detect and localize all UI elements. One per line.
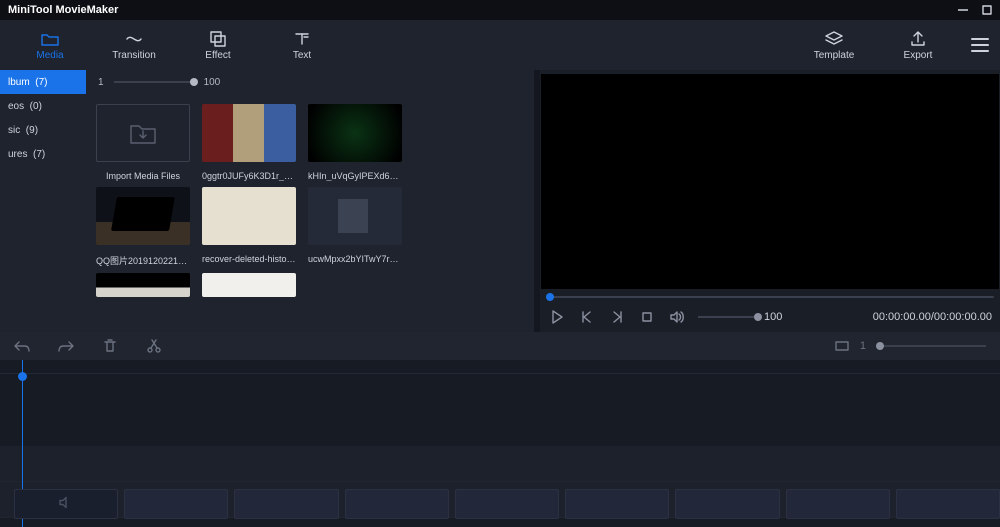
timeline-segment[interactable] bbox=[345, 489, 449, 519]
transition-icon bbox=[125, 30, 143, 48]
timeline-segment[interactable] bbox=[896, 489, 1000, 519]
play-button[interactable] bbox=[548, 308, 566, 326]
audio-track[interactable] bbox=[0, 446, 1000, 482]
media-zoom-max: 100 bbox=[204, 77, 221, 88]
media-item-label: QQ图片20191202215506 bbox=[96, 254, 190, 267]
menu-button[interactable] bbox=[968, 33, 992, 57]
timeline-segment[interactable] bbox=[675, 489, 779, 519]
folder-icon bbox=[41, 30, 59, 48]
sidebar-music-label: sic (9) bbox=[8, 125, 38, 136]
tab-media[interactable]: Media bbox=[8, 21, 92, 69]
sidebar-item-album[interactable]: lbum (7) bbox=[0, 70, 86, 94]
timeline-segment[interactable] bbox=[455, 489, 559, 519]
timeline-segment[interactable] bbox=[565, 489, 669, 519]
minimize-button[interactable] bbox=[958, 5, 968, 15]
next-frame-button[interactable] bbox=[608, 308, 626, 326]
preview-pane: 100 00:00:00.00/00:00:00.00 bbox=[540, 70, 1000, 332]
media-zoom-slider[interactable] bbox=[114, 81, 194, 83]
volume-slider[interactable]: 100 bbox=[698, 311, 782, 323]
text-icon bbox=[293, 30, 311, 48]
maximize-button[interactable] bbox=[982, 5, 992, 15]
preview-video[interactable] bbox=[541, 74, 999, 289]
main-area: lbum (7) eos (0) sic (9) ures (7) 1 100 … bbox=[0, 70, 1000, 332]
timeline bbox=[0, 360, 1000, 527]
audio-icon bbox=[58, 496, 74, 513]
delete-button[interactable] bbox=[102, 338, 118, 354]
tab-transition-label: Transition bbox=[112, 50, 156, 61]
fullscreen-icon[interactable] bbox=[834, 338, 850, 354]
app-title: MiniTool MovieMaker bbox=[8, 4, 118, 16]
media-item-label: recover-deleted-histor... bbox=[202, 254, 296, 264]
sidebar-item-music[interactable]: sic (9) bbox=[0, 118, 86, 142]
media-item[interactable] bbox=[202, 273, 296, 297]
redo-button[interactable] bbox=[58, 338, 74, 354]
timeline-segments bbox=[14, 489, 1000, 519]
player-controls: 100 00:00:00.00/00:00:00.00 bbox=[540, 302, 1000, 332]
volume-icon[interactable] bbox=[668, 308, 686, 326]
timeline-segment[interactable] bbox=[14, 489, 118, 519]
undo-button[interactable] bbox=[14, 338, 30, 354]
sidebar-videos-label: eos (0) bbox=[8, 101, 42, 112]
timeline-zoom-slider[interactable] bbox=[876, 345, 986, 347]
edit-toolbar: 1 bbox=[0, 332, 1000, 360]
category-sidebar: lbum (7) eos (0) sic (9) ures (7) bbox=[0, 70, 86, 332]
media-zoom-row: 1 100 bbox=[86, 70, 534, 94]
sidebar-item-pictures[interactable]: ures (7) bbox=[0, 142, 86, 166]
media-pane: 1 100 Import Media Files 0ggtr0JUFy6K3D1… bbox=[86, 70, 534, 332]
timecode: 00:00:00.00/00:00:00.00 bbox=[873, 311, 992, 323]
sidebar-pictures-label: ures (7) bbox=[8, 149, 45, 160]
tab-effect[interactable]: Effect bbox=[176, 21, 260, 69]
timeline-ruler[interactable] bbox=[0, 360, 1000, 374]
media-item-label: kHIn_uVqGyIPEXd6D... bbox=[308, 171, 402, 181]
media-item-label: ucwMpxx2bYITwY7rZ... bbox=[308, 254, 402, 264]
media-item[interactable]: QQ图片20191202215506 bbox=[96, 187, 190, 267]
tab-media-label: Media bbox=[36, 50, 63, 61]
sidebar-album-label: lbum (7) bbox=[8, 77, 47, 88]
template-icon bbox=[825, 30, 843, 48]
seek-bar[interactable] bbox=[546, 292, 994, 302]
tab-template-label: Template bbox=[814, 50, 855, 61]
media-grid: Import Media Files 0ggtr0JUFy6K3D1r_9aS.… bbox=[86, 94, 534, 332]
tab-export[interactable]: Export bbox=[876, 21, 960, 69]
import-label: Import Media Files bbox=[96, 171, 190, 181]
sidebar-item-videos[interactable]: eos (0) bbox=[0, 94, 86, 118]
prev-frame-button[interactable] bbox=[578, 308, 596, 326]
import-media-button[interactable]: Import Media Files bbox=[96, 104, 190, 181]
stop-button[interactable] bbox=[638, 308, 656, 326]
tab-export-label: Export bbox=[904, 50, 933, 61]
media-zoom-min: 1 bbox=[98, 77, 104, 88]
timeline-zoom-value: 1 bbox=[860, 340, 866, 352]
timeline-segment[interactable] bbox=[234, 489, 338, 519]
volume-value: 100 bbox=[764, 311, 782, 323]
timeline-segment[interactable] bbox=[786, 489, 890, 519]
media-item[interactable]: ucwMpxx2bYITwY7rZ... bbox=[308, 187, 402, 267]
tab-text[interactable]: Text bbox=[260, 21, 344, 69]
export-icon bbox=[909, 30, 927, 48]
media-item[interactable] bbox=[96, 273, 190, 297]
main-toolbar: Media Transition Effect Text Template Ex… bbox=[0, 20, 1000, 70]
tab-text-label: Text bbox=[293, 50, 311, 61]
tab-effect-label: Effect bbox=[205, 50, 230, 61]
tab-template[interactable]: Template bbox=[792, 21, 876, 69]
media-item[interactable]: recover-deleted-histor... bbox=[202, 187, 296, 267]
effect-icon bbox=[209, 30, 227, 48]
media-item[interactable]: kHIn_uVqGyIPEXd6D... bbox=[308, 104, 402, 181]
timeline-segment[interactable] bbox=[124, 489, 228, 519]
title-bar: MiniTool MovieMaker bbox=[0, 0, 1000, 20]
media-item-label: 0ggtr0JUFy6K3D1r_9aS... bbox=[202, 171, 296, 181]
video-track[interactable] bbox=[0, 374, 1000, 446]
split-button[interactable] bbox=[146, 338, 162, 354]
tab-transition[interactable]: Transition bbox=[92, 21, 176, 69]
media-item[interactable]: 0ggtr0JUFy6K3D1r_9aS... bbox=[202, 104, 296, 181]
window-controls bbox=[958, 5, 992, 15]
